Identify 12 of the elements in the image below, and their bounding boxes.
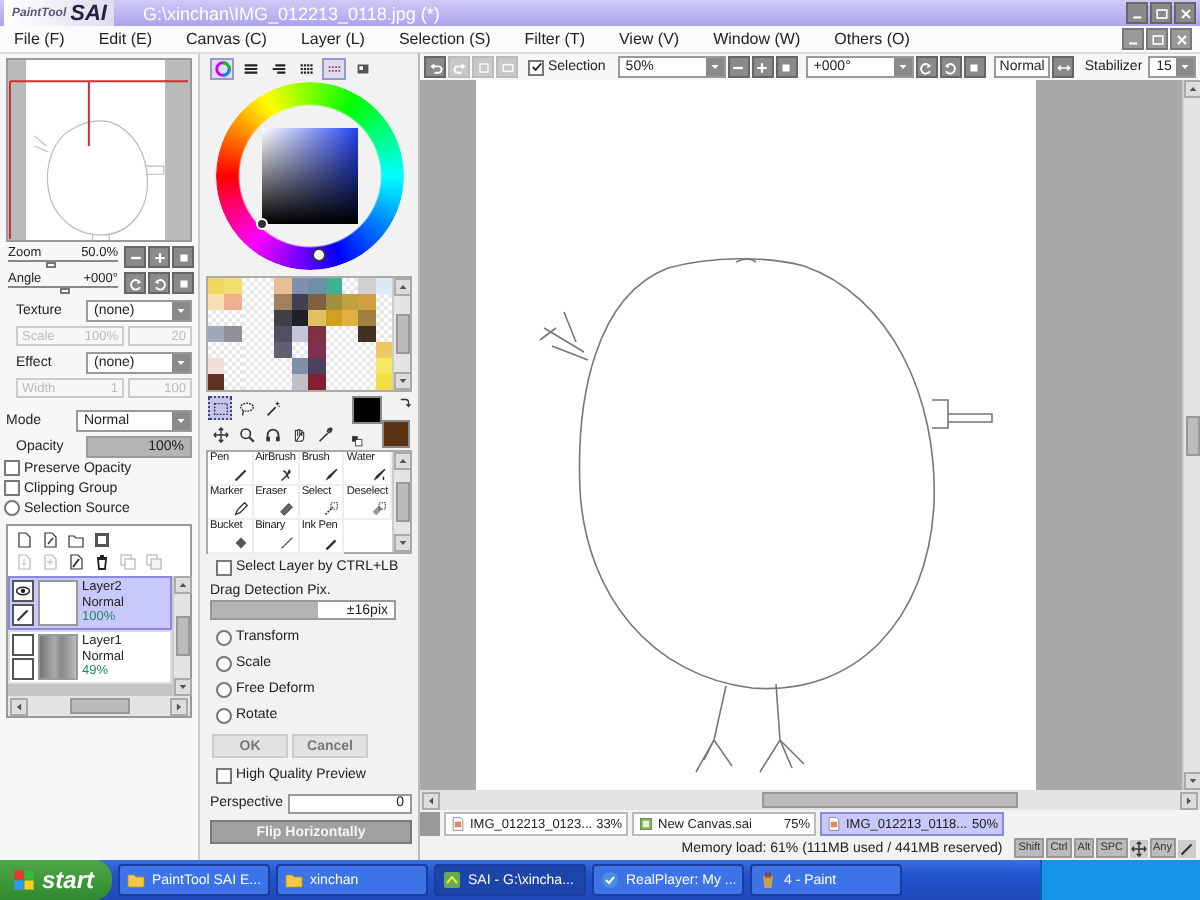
menu-item[interactable]: Selection (S) xyxy=(388,30,501,48)
menu-item[interactable]: Canvas (C) xyxy=(176,30,277,48)
menu-item[interactable]: File (F) xyxy=(4,30,75,48)
menu-item[interactable]: Window (W) xyxy=(703,30,811,48)
menu-item[interactable]: Layer (L) xyxy=(290,30,375,48)
menu-item[interactable]: Edit (E) xyxy=(88,30,162,48)
window-title: G:\xinchan\IMG_012213_0118.jpg (*) xyxy=(142,3,442,23)
start-button[interactable]: start xyxy=(0,860,112,900)
menu-item[interactable]: Others (O) xyxy=(824,30,920,48)
logo-text: SAI xyxy=(70,1,107,25)
menu-item[interactable]: View (V) xyxy=(608,30,690,48)
menu-item[interactable]: Filter (T) xyxy=(514,30,595,48)
